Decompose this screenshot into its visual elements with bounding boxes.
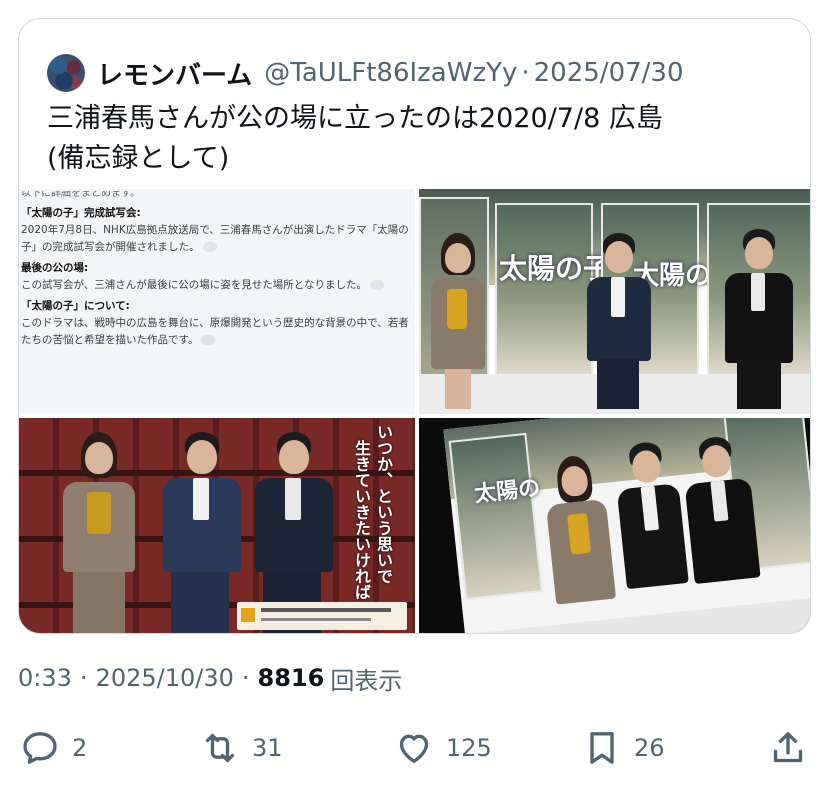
- doc-paragraph-3: このドラマは、戦時中の広島を舞台に、原爆開発という歴史的な背景の中で、若者たちの…: [21, 317, 409, 346]
- reply-count: 2: [72, 734, 88, 762]
- document-screenshot: 以下に詳細をまとめます。 「太陽の子」完成試写会: 2020年7月8日、NHK広…: [19, 189, 415, 414]
- post-time[interactable]: 0:33: [18, 664, 72, 692]
- bookmark-button[interactable]: 26: [582, 722, 665, 774]
- separator-dot: ·: [521, 58, 530, 88]
- reply-icon: [23, 732, 57, 764]
- post-full-date[interactable]: 2025/10/30: [96, 664, 234, 692]
- doc-heading-1: 「太陽の子」完成試写会:: [21, 207, 141, 219]
- post-date[interactable]: 2025/07/30: [534, 58, 684, 88]
- media-image-3[interactable]: いつか、という思いで 生きていきたいければ: [19, 418, 415, 633]
- like-icon: [399, 734, 429, 763]
- doc-heading-2: 最後の公の場:: [21, 262, 89, 274]
- quoted-post-card[interactable]: レモンバーム @TaULFt86IzaWzYy · 2025/07/30 三浦春…: [18, 18, 811, 634]
- meta-separator: ·: [79, 664, 88, 692]
- bookmark-count: 26: [634, 734, 665, 762]
- meta-separator: ·: [241, 664, 250, 692]
- poster-vertical-caption-2: 生きていきたいければ: [352, 440, 371, 600]
- quoted-post-header: レモンバーム @TaULFt86IzaWzYy · 2025/07/30: [47, 53, 684, 93]
- poster-info-bar: [237, 602, 407, 630]
- author-name[interactable]: レモンバーム: [97, 55, 252, 92]
- seated-man-center: [159, 432, 243, 633]
- share-button[interactable]: [768, 722, 808, 774]
- reply-button[interactable]: 2: [20, 722, 87, 774]
- doc-cut-line: 以下に詳細をまとめます。: [21, 191, 140, 199]
- retweet-icon: [205, 733, 235, 763]
- action-bar: 2 31 125 26: [0, 722, 828, 774]
- person-man-center: [583, 233, 653, 409]
- media-image-2[interactable]: 太陽の子 太陽の: [419, 189, 810, 414]
- share-icon: [773, 732, 803, 763]
- seated-woman: [59, 432, 139, 633]
- person-woman: [427, 233, 487, 409]
- retweet-button[interactable]: 31: [200, 722, 283, 774]
- link-icon: [369, 280, 384, 290]
- like-button[interactable]: 125: [394, 722, 492, 774]
- like-count: 125: [446, 734, 492, 762]
- bookmark-icon: [590, 732, 614, 764]
- link-icon: [201, 335, 216, 345]
- tilted-photo: 太陽の: [443, 418, 810, 633]
- poster-vertical-caption-1: いつか、という思いで: [374, 424, 393, 584]
- retweet-count: 31: [252, 734, 283, 762]
- poster-title-cut-2: 太陽の: [473, 474, 542, 508]
- post-meta: 0:33 · 2025/10/30 · 8816 回表示: [18, 661, 402, 695]
- media-grid: 以下に詳細をまとめます。 「太陽の子」完成試写会: 2020年7月8日、NHK広…: [19, 189, 810, 633]
- poster-center: [495, 203, 593, 379]
- avatar[interactable]: [47, 54, 85, 92]
- doc-paragraph-1: 2020年7月8日、NHK広島拠点放送局で、三浦春馬さんが出演したドラマ「太陽の…: [21, 224, 409, 253]
- media-image-4[interactable]: 太陽の: [419, 418, 810, 633]
- view-count[interactable]: 8816: [258, 664, 325, 692]
- quoted-post-text: 三浦春馬さんが公の場に立ったのは2020/7/8 広島 (備忘録として): [47, 103, 663, 174]
- link-icon: [202, 242, 217, 252]
- view-label: 回表示: [330, 666, 403, 695]
- person-man-right: [723, 229, 793, 409]
- doc-paragraph-2: この試写会が、三浦さんが最後に公の場に姿を見せた場所となりました。: [21, 277, 409, 294]
- doc-heading-3: 「太陽の子」について:: [21, 300, 130, 312]
- media-image-1[interactable]: 以下に詳細をまとめます。 「太陽の子」完成試写会: 2020年7月8日、NHK広…: [19, 189, 415, 414]
- author-handle[interactable]: @TaULFt86IzaWzYy: [264, 58, 517, 88]
